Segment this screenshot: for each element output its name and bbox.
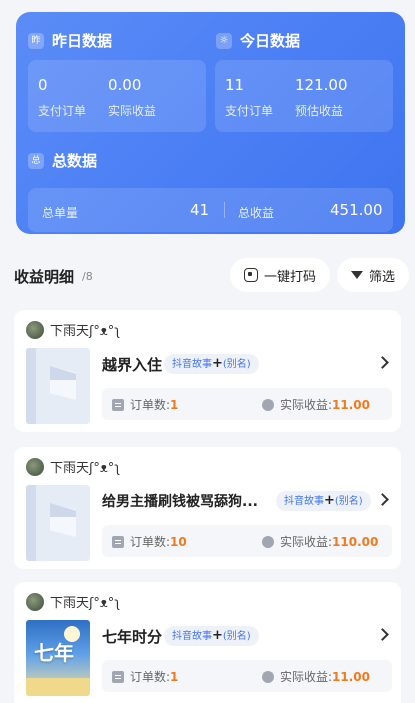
- order-count-label: 订单数:: [130, 670, 171, 684]
- total-icon: 总: [28, 152, 44, 169]
- today-header: ☼ 今日数据: [216, 30, 300, 51]
- chevron-right-icon[interactable]: [376, 628, 389, 641]
- yesterday-box: 0 支付订单 0.00 实际收益: [28, 60, 206, 132]
- income-icon: [262, 670, 274, 683]
- divider: [224, 202, 225, 218]
- income-value: 11.00: [332, 669, 371, 684]
- book-tag: 抖音故事+(别名): [276, 491, 371, 511]
- order-count-label: 订单数:: [130, 398, 171, 412]
- today-box: 11 支付订单 121.00 预估收益: [215, 60, 393, 132]
- order-count-label: 订单数:: [130, 535, 171, 549]
- book-cover-placeholder: [26, 348, 90, 424]
- total-title: 总数据: [52, 152, 98, 170]
- filter-icon: [351, 271, 363, 279]
- book-tag: 抖音故事+(别名): [164, 626, 259, 646]
- yesterday-header: 昨 昨日数据: [28, 30, 112, 51]
- calendar-icon: 昨: [28, 32, 44, 49]
- income-label: 实际收益:: [280, 398, 333, 412]
- today-income-value: 121.00: [295, 76, 348, 94]
- total-header: 总 总数据: [28, 150, 97, 171]
- yesterday-orders-label: 支付订单: [38, 104, 87, 118]
- chevron-right-icon[interactable]: [376, 493, 389, 506]
- income-value: 110.00: [332, 534, 379, 549]
- book-title: 越界入住: [102, 356, 163, 374]
- order-card[interactable]: 下雨天ʃ°ᴥ°ʅ 越界入住 抖音故事+(别名) 订单数: 1 实际收益: 11.00: [14, 310, 401, 432]
- total-income-label: 总收益: [238, 206, 275, 220]
- book-title: 给男主播刷钱被骂舔狗...: [102, 494, 258, 510]
- stat-row: 订单数: 1 实际收益: 11.00: [102, 660, 392, 692]
- stats-card: 昨 昨日数据 ☼ 今日数据 0 支付订单 0.00 实际收益 11 支付订单 1…: [16, 12, 405, 234]
- book-cover-art: 七年: [26, 620, 90, 696]
- total-orders-value: 41: [190, 201, 210, 219]
- total-orders-label: 总单量: [42, 206, 79, 220]
- order-card[interactable]: 下雨天ʃ°ᴥ°ʅ 给男主播刷钱被骂舔狗... 抖音故事+(别名) 订单数: 10 …: [14, 447, 401, 569]
- order-count: 1: [170, 669, 179, 684]
- today-orders-value: 11: [225, 76, 245, 94]
- one-click-mask-label: 一键打码: [264, 269, 317, 285]
- order-icon: [112, 670, 124, 683]
- user-name: 下雨天ʃ°ᴥ°ʅ: [50, 461, 121, 476]
- avatar: [26, 320, 44, 339]
- stat-row: 订单数: 1 实际收益: 11.00: [102, 388, 392, 420]
- book-title: 七年时分: [102, 628, 163, 646]
- yesterday-orders-value: 0: [38, 76, 48, 94]
- user-row: 下雨天ʃ°ᴥ°ʅ: [26, 320, 120, 339]
- filter-label: 筛选: [369, 269, 396, 285]
- cover-text: 七年: [34, 641, 74, 665]
- income-value: 11.00: [332, 397, 371, 412]
- chevron-right-icon[interactable]: [376, 356, 389, 369]
- filter-button[interactable]: 筛选: [337, 258, 410, 292]
- income-icon: [262, 398, 274, 411]
- total-income-value: 451.00: [330, 201, 383, 219]
- stat-row: 订单数: 10 实际收益: 110.00: [102, 525, 392, 557]
- book-cover-placeholder: [26, 485, 90, 561]
- order-card[interactable]: 下雨天ʃ°ᴥ°ʅ 七年 七年时分 抖音故事+(别名) 订单数: 1 实际收益: 11…: [14, 582, 401, 703]
- avatar: [26, 457, 44, 476]
- yesterday-income-label: 实际收益: [108, 104, 157, 118]
- user-name: 下雨天ʃ°ᴥ°ʅ: [50, 596, 121, 611]
- user-row: 下雨天ʃ°ᴥ°ʅ: [26, 592, 120, 611]
- user-name: 下雨天ʃ°ᴥ°ʅ: [50, 324, 121, 339]
- order-count: 10: [170, 534, 187, 549]
- mask-icon: [244, 268, 258, 282]
- order-icon: [112, 398, 124, 411]
- income-label: 实际收益:: [280, 535, 333, 549]
- today-orders-label: 支付订单: [225, 104, 274, 118]
- today-title: 今日数据: [240, 32, 301, 50]
- avatar: [26, 592, 44, 611]
- income-icon: [262, 535, 274, 548]
- order-count: 1: [170, 397, 179, 412]
- one-click-mask-button[interactable]: 一键打码: [230, 258, 331, 292]
- moon-icon: [64, 626, 80, 642]
- book-tag: 抖音故事+(别名): [164, 354, 259, 374]
- user-row: 下雨天ʃ°ᴥ°ʅ: [26, 457, 120, 476]
- today-income-label: 预估收益: [295, 104, 344, 118]
- income-label: 实际收益:: [280, 670, 333, 684]
- order-icon: [112, 535, 124, 548]
- details-count: /8: [82, 270, 93, 283]
- yesterday-income-value: 0.00: [108, 76, 142, 94]
- yesterday-title: 昨日数据: [52, 32, 113, 50]
- today-icon: ☼: [216, 32, 232, 49]
- total-box: 总单量 41 总收益 451.00: [28, 188, 393, 232]
- details-title: 收益明细: [14, 268, 75, 286]
